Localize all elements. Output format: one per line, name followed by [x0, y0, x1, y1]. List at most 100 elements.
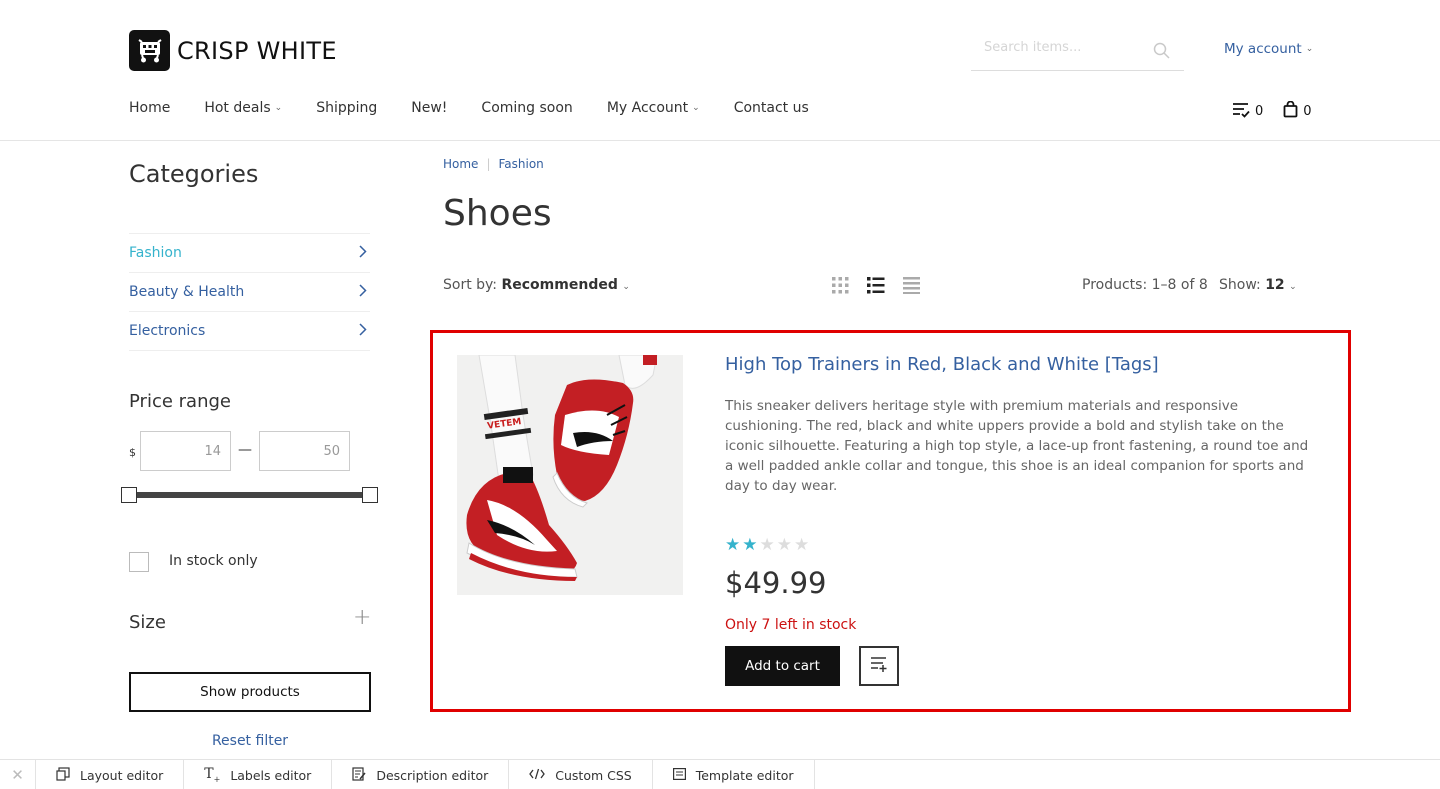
code-icon [529, 768, 546, 783]
reset-filter-link[interactable]: Reset filter [129, 733, 371, 749]
category-item-fashion[interactable]: Fashion [129, 234, 370, 273]
nav-item-my-account[interactable]: My Account ⌄ [607, 100, 700, 116]
category-item-electronics[interactable]: Electronics [129, 312, 370, 351]
grid-view-icon[interactable] [832, 277, 849, 298]
layout-icon [56, 766, 70, 784]
toolbar-label: Template editor [695, 767, 794, 783]
nav-label: My Account [606, 100, 689, 116]
add-to-cart-button[interactable]: Add to cart [725, 646, 840, 686]
nav-label: New! [411, 100, 448, 116]
product-title-link[interactable]: High Top Trainers in Red, Black and Whit… [725, 354, 1159, 375]
editor-toolbar: ✕ Layout editor T+ Labels editor Descrip… [0, 759, 1440, 789]
product-price: $49.99 [725, 566, 827, 600]
breadcrumb-home[interactable]: Home [443, 157, 478, 171]
toolbar-label: Description editor [376, 767, 489, 783]
chevron-down-icon: ⌄ [622, 282, 630, 292]
nav-item-hot-deals[interactable]: Hot deals ⌄ [204, 100, 282, 116]
breadcrumb: Home | Fashion [443, 157, 544, 171]
price-slider-track[interactable] [129, 492, 370, 498]
price-slider-min-handle[interactable] [121, 487, 137, 503]
category-item-beauty-health[interactable]: Beauty & Health [129, 273, 370, 312]
cart-count: 0 [1303, 104, 1312, 119]
search-icon[interactable] [1153, 42, 1170, 63]
nav-item-coming-soon[interactable]: Coming soon [481, 100, 572, 116]
sort-value: Recommended [501, 277, 618, 293]
favorites-button[interactable]: 0 [1232, 101, 1263, 122]
category-label: Beauty & Health [129, 284, 245, 300]
price-slider-max-handle[interactable] [362, 487, 378, 503]
size-filter-title[interactable]: Size [129, 612, 166, 633]
breadcrumb-separator: | [486, 157, 491, 171]
logo[interactable]: CRISP WHITE [129, 30, 337, 71]
search-box [971, 30, 1184, 71]
chevron-down-icon: ⌄ [692, 103, 700, 113]
product-description: This sneaker delivers heritage style wit… [725, 398, 1309, 494]
chevron-right-icon [359, 244, 370, 262]
add-to-list-icon [870, 656, 888, 676]
product-image[interactable]: VETEM [457, 355, 683, 595]
breadcrumb-fashion[interactable]: Fashion [498, 157, 543, 171]
labels-editor-button[interactable]: T+ Labels editor [184, 760, 333, 789]
list-view-icon[interactable] [867, 277, 885, 298]
chevron-right-icon [359, 283, 370, 301]
cart-button[interactable]: 0 [1283, 100, 1312, 122]
price-min-input[interactable]: 14 [140, 431, 231, 471]
category-label: Fashion [129, 245, 182, 261]
my-account-label: My account [1224, 41, 1302, 57]
expand-plus-icon[interactable]: + [353, 605, 371, 630]
description-editor-button[interactable]: Description editor [332, 760, 510, 789]
nav-label: Coming soon [481, 100, 573, 116]
products-count: Products: 1–8 of 8 [1082, 277, 1208, 293]
toolbar-label: Labels editor [230, 767, 312, 783]
category-label: Electronics [129, 323, 206, 339]
star-filled-icon: ★ [725, 535, 741, 555]
header-icons: 0 0 [1232, 100, 1312, 122]
categories-title: Categories [129, 160, 259, 188]
nav-label: Home [129, 100, 171, 116]
nav-item-shipping[interactable]: Shipping [316, 100, 377, 116]
nav-item-contact-us[interactable]: Contact us [734, 100, 809, 116]
show-products-button[interactable]: Show products [129, 672, 371, 712]
chevron-right-icon [359, 322, 370, 340]
search-input[interactable] [984, 40, 1154, 55]
template-editor-button[interactable]: Template editor [653, 760, 815, 789]
layout-editor-button[interactable]: Layout editor [36, 760, 185, 789]
custom-css-button[interactable]: Custom CSS [509, 760, 653, 789]
show-value: 12 [1265, 277, 1285, 293]
cart-logo-icon [129, 30, 170, 71]
add-to-list-button[interactable] [859, 646, 899, 686]
table-view-icon[interactable] [903, 277, 920, 298]
brand-name: CRISP WHITE [177, 36, 337, 65]
nav-label: Shipping [316, 100, 378, 116]
template-icon [672, 767, 686, 783]
chevron-down-icon: ⌄ [1289, 282, 1297, 292]
stock-warning: Only 7 left in stock [725, 617, 857, 633]
chevron-down-icon: ⌄ [1305, 44, 1314, 54]
nav-item-home[interactable]: Home [129, 100, 170, 116]
my-account-menu[interactable]: My account ⌄ [1224, 41, 1313, 57]
main-nav: Home Hot deals ⌄ Shipping New! Coming soo… [129, 100, 843, 116]
star-empty-icon: ★ [776, 535, 792, 555]
chevron-down-icon: ⌄ [274, 103, 283, 113]
star-filled-icon: ★ [742, 535, 758, 555]
shopping-bag-icon [1283, 100, 1298, 122]
sort-dropdown[interactable]: Sort by: Recommended ⌄ [443, 277, 630, 293]
price-max-input[interactable]: 50 [259, 431, 350, 471]
price-separator: — [238, 442, 252, 458]
nav-label: Hot deals [204, 100, 271, 116]
category-list: Fashion Beauty & Health Electronics [129, 233, 370, 351]
star-empty-icon: ★ [794, 535, 810, 555]
sort-prefix: Sort by: [443, 277, 498, 293]
star-empty-icon: ★ [759, 535, 775, 555]
price-range-title: Price range [129, 391, 231, 412]
per-page-dropdown[interactable]: Show: 12 ⌄ [1219, 277, 1297, 293]
close-icon[interactable]: ✕ [0, 760, 36, 789]
edit-doc-icon [352, 766, 366, 784]
in-stock-label: In stock only [169, 553, 258, 569]
list-check-icon [1232, 102, 1250, 122]
page-title: Shoes [443, 193, 552, 234]
nav-item-new[interactable]: New! [411, 100, 447, 116]
view-mode-switcher [832, 277, 920, 298]
favorites-count: 0 [1255, 104, 1264, 119]
in-stock-checkbox[interactable] [129, 552, 149, 572]
